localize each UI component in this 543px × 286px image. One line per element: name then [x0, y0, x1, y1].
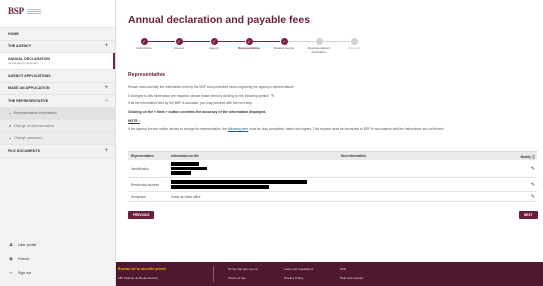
check-icon: ✓ [280, 38, 288, 45]
col-new-information: New information [341, 154, 366, 158]
workplace-value: Same as Head office [171, 194, 201, 199]
logo-area: BSP [0, 0, 115, 28]
globe-icon: ◉ [9, 256, 13, 261]
footer-link-help[interactable]: Help and contact [340, 276, 363, 280]
previous-button[interactable]: PREVIOUS [128, 211, 155, 219]
representative-table: Representative Information on file New i… [128, 151, 537, 202]
footer-link-faq[interactable]: FAQ [340, 267, 346, 271]
table-header: Representative Information on file New i… [128, 151, 537, 160]
instructions-text-3: If all the information held by the BSP i… [128, 101, 253, 105]
sidebar-subitem-representative-info[interactable]: Representative information [0, 107, 115, 120]
step-representative[interactable]: ✓ Representative [234, 38, 264, 51]
collapse-icon[interactable]: − [104, 98, 108, 104]
next-button[interactable]: NEXT [519, 211, 538, 219]
table-row: Identification ✎ [128, 160, 537, 178]
sidebar-item-make-application[interactable]: MAKE AN APPLICATION + [0, 83, 115, 95]
main-content: Annual declaration and payable fees ✓ Ins… [116, 0, 543, 286]
identification-redacted [169, 161, 341, 176]
expand-icon[interactable]: + [104, 85, 108, 91]
footer-address: 185 Chémin du Boulevard Est, [118, 276, 159, 280]
sidebar-nav: HOME THE AGENCY + ANNUAL DECLARATION Annua… [0, 28, 115, 158]
step-related-people[interactable]: ✓ Related people [269, 38, 299, 51]
col-representative: Representative [131, 154, 154, 158]
logo-text: BSP [8, 6, 24, 16]
footer: Bureau de la sécurité privée 185 Chémin … [116, 262, 543, 286]
form-link[interactable]: following form [228, 127, 248, 131]
table-row: Workplace Same as Head office ✎ [128, 192, 537, 202]
sidebar-item-home[interactable]: HOME [0, 28, 115, 41]
footer-link-privacy[interactable]: Privacy Policy [284, 276, 303, 280]
sign-out-link[interactable]: ⇨ Sign out [0, 266, 115, 280]
sidebar-subitem-change-password[interactable]: Change password [0, 132, 115, 145]
instructions-text-2: If changes to this information are requi… [128, 94, 275, 98]
step-agency[interactable]: ✓ Agency [199, 38, 229, 51]
step-licence[interactable]: ✓ Licence [164, 38, 194, 51]
note-text: If the agency licence holder wishes to c… [128, 127, 445, 131]
sidebar-item-the-representative[interactable]: THE REPRESENTATIVE − [0, 95, 115, 108]
address-redacted [169, 179, 341, 189]
edit-icon: ✎ [270, 94, 275, 98]
sidebar-item-agency-applications[interactable]: AGENCY APPLICATIONS [0, 70, 115, 83]
step-representative-declaration: Representative's declaration [304, 38, 334, 54]
step-payment: Payment [339, 38, 369, 51]
footer-org-name: Bureau de la sécurité privée [118, 267, 166, 271]
expand-icon[interactable]: + [104, 148, 108, 154]
sidebar: BSP HOME THE AGENCY + ANNUAL DECLARATION A… [0, 0, 116, 286]
user-profile-link[interactable]: ♟ User profile [0, 238, 115, 252]
sidebar-item-file-documents[interactable]: FILE DOCUMENTS + [0, 145, 115, 158]
sign-out-icon: ⇨ [9, 270, 13, 275]
footer-link-home[interactable]: Home bsp.gouv.qc.ca [228, 267, 258, 271]
col-information-on-file: Information on file [171, 154, 199, 158]
sidebar-item-the-agency[interactable]: THE AGENCY + [0, 41, 115, 53]
expand-icon[interactable]: + [104, 43, 108, 49]
logo-lines [26, 8, 41, 14]
check-icon: ✓ [140, 38, 148, 45]
row-label: Residential address [131, 182, 159, 187]
row-label: Workplace [131, 194, 146, 199]
instructions-text-1: Please read carefully the information he… [128, 85, 295, 89]
footer-link-laws[interactable]: Laws and regulations [284, 267, 313, 271]
sidebar-bottom: ♟ User profile ◉ French ⇨ Sign out [0, 238, 115, 280]
note-label: NOTE : [128, 119, 140, 123]
sidebar-subitem-change-representative[interactable]: Change of representative [0, 120, 115, 133]
check-icon: ✓ [175, 38, 183, 45]
page-title: Annual declaration and payable fees [128, 14, 311, 26]
progress-stepper: ✓ Instructions ✓ Licence ✓ Agency ✓ Represen… [128, 38, 373, 60]
step-instructions[interactable]: ✓ Instructions [129, 38, 159, 51]
sidebar-item-annual-declaration[interactable]: ANNUAL DECLARATION Annual agency declarat… [0, 53, 115, 70]
language-link[interactable]: ◉ French [0, 252, 115, 266]
check-icon: ✓ [245, 38, 253, 45]
col-modify: Modify ⓘ [520, 154, 535, 159]
check-icon: ✓ [210, 38, 218, 45]
info-icon: ⓘ [531, 154, 535, 159]
edit-icon[interactable]: ✎ [531, 194, 535, 200]
pending-dot-icon [315, 38, 323, 45]
footer-link-terms[interactable]: Terms of use [228, 276, 246, 280]
confirm-text: Clicking on the « Next » button confirms… [128, 110, 267, 114]
pending-dot-icon [350, 38, 358, 45]
section-title: Representative [128, 72, 166, 78]
row-label: Identification [131, 166, 149, 171]
edit-icon[interactable]: ✎ [531, 182, 535, 188]
user-icon: ♟ [8, 242, 14, 247]
sidebar-item-subtitle: Annual agency declaration [8, 62, 39, 65]
edit-icon[interactable]: ✎ [531, 166, 535, 172]
table-row: Residential address ✎ [128, 178, 537, 192]
bsp-logo[interactable]: BSP [8, 6, 107, 16]
